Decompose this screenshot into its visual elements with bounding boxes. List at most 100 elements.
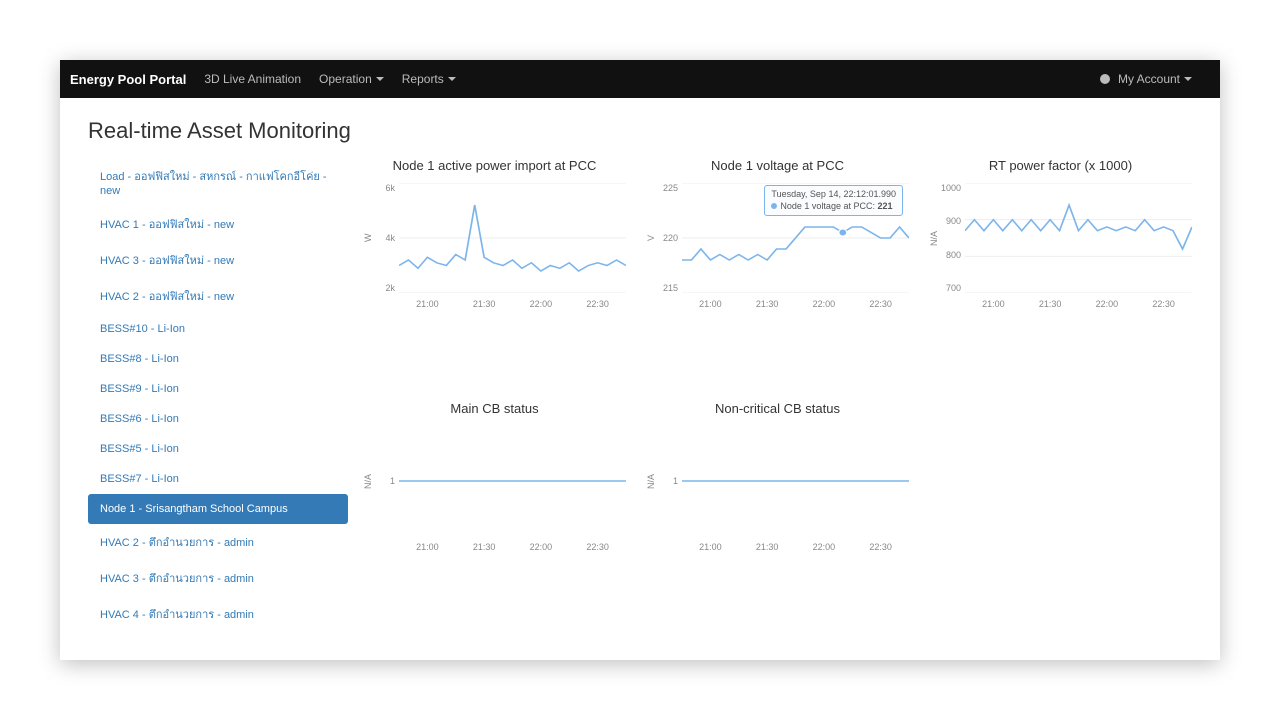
chevron-down-icon	[1184, 77, 1192, 81]
y-axis-label: V	[646, 183, 658, 293]
chart-main-cb: Main CB statusN/A121:0021:3022:0022:30	[363, 401, 626, 632]
x-axis-ticks: 21:0021:3022:0022:30	[363, 299, 626, 309]
hover-marker	[839, 229, 847, 236]
chevron-down-icon	[376, 77, 384, 81]
tooltip-timestamp: Tuesday, Sep 14, 22:12:01.990	[771, 189, 896, 201]
plot-area[interactable]	[399, 426, 626, 536]
x-axis-ticks: 21:0021:3022:0022:30	[929, 299, 1192, 309]
sidebar-item[interactable]: BESS#10 - Li-Ion	[88, 314, 348, 344]
y-tick: 800	[946, 250, 961, 260]
chart-title: RT power factor (x 1000)	[929, 158, 1192, 173]
sidebar-item-label: Node 1 - Srisangtham School Campus	[100, 503, 288, 515]
sidebar-item-label: HVAC 4 - ตึกอำนวยการ - admin	[100, 609, 254, 621]
sidebar-item-label: BESS#7 - Li-Ion	[100, 473, 179, 485]
x-tick: 21:30	[473, 299, 496, 309]
sidebar-item[interactable]: HVAC 2 - ออฟฟิสใหม่ - new	[88, 278, 348, 314]
x-tick: 21:30	[756, 299, 779, 309]
series-color-dot	[771, 203, 777, 209]
sidebar-item-label: HVAC 1 - ออฟฟิสใหม่ - new	[100, 219, 234, 231]
sidebar-item[interactable]: HVAC 1 - ออฟฟิสใหม่ - new	[88, 206, 348, 242]
chart-active-power: Node 1 active power import at PCCW6k4k2k…	[363, 158, 626, 389]
y-tick: 1000	[941, 183, 961, 193]
plot-area[interactable]	[682, 426, 909, 536]
sidebar-item[interactable]: BESS#8 - Li-Ion	[88, 344, 348, 374]
y-axis-label: N/A	[929, 183, 941, 293]
nav-operation[interactable]: Operation	[319, 72, 384, 86]
plot-area[interactable]	[965, 183, 1192, 293]
sidebar-item-label: BESS#6 - Li-Ion	[100, 413, 179, 425]
x-tick: 22:00	[530, 542, 553, 552]
x-axis-ticks: 21:0021:3022:0022:30	[363, 542, 626, 552]
chart-power-factor: RT power factor (x 1000)N/A1000900800700…	[929, 158, 1192, 389]
chart-title: Main CB status	[363, 401, 626, 416]
x-tick: 22:00	[813, 299, 836, 309]
chart-tooltip: Tuesday, Sep 14, 22:12:01.990Node 1 volt…	[764, 185, 903, 216]
chart-title: Non-critical CB status	[646, 401, 909, 416]
plot-area[interactable]: Tuesday, Sep 14, 22:12:01.990Node 1 volt…	[682, 183, 909, 293]
x-tick: 21:30	[473, 542, 496, 552]
series-line	[965, 205, 1192, 249]
x-tick: 21:00	[699, 299, 722, 309]
x-tick: 22:30	[586, 299, 609, 309]
y-tick: 225	[663, 183, 678, 193]
nav-my-account[interactable]: My Account	[1100, 72, 1192, 86]
sidebar-item[interactable]: BESS#7 - Li-Ion	[88, 464, 348, 494]
nav-reports[interactable]: Reports	[402, 72, 456, 86]
sidebar-item[interactable]: HVAC 3 - ตึกอำนวยการ - admin	[88, 560, 348, 596]
sidebar-item-label: HVAC 2 - ตึกอำนวยการ - admin	[100, 537, 254, 549]
x-tick: 21:00	[416, 542, 439, 552]
app-window: Energy Pool Portal 3D Live Animation Ope…	[60, 60, 1220, 660]
sidebar-item-label: HVAC 2 - ออฟฟิสใหม่ - new	[100, 291, 234, 303]
sidebar-item[interactable]: BESS#9 - Li-Ion	[88, 374, 348, 404]
y-axis-ticks: 1000900800700	[941, 183, 965, 293]
y-tick: 900	[946, 216, 961, 226]
x-tick: 22:30	[1152, 299, 1175, 309]
content: Real-time Asset Monitoring Load - ออฟฟิส…	[60, 98, 1220, 660]
sidebar-item[interactable]: HVAC 2 - ตึกอำนวยการ - admin	[88, 524, 348, 560]
y-axis-ticks: 1	[658, 426, 682, 536]
y-tick: 1	[390, 476, 395, 486]
y-tick: 220	[663, 233, 678, 243]
y-axis-ticks: 225 220 215	[658, 183, 682, 293]
sidebar-item[interactable]: HVAC 3 - ออฟฟิสใหม่ - new	[88, 242, 348, 278]
nav-item-label: Operation	[319, 72, 372, 86]
tooltip-value: 221	[877, 201, 892, 211]
brand[interactable]: Energy Pool Portal	[70, 72, 186, 87]
x-tick: 22:00	[813, 542, 836, 552]
x-tick: 22:30	[869, 542, 892, 552]
sidebar-item-label: HVAC 3 - ตึกอำนวยการ - admin	[100, 573, 254, 585]
chart-noncrit-cb: Non-critical CB statusN/A121:0021:3022:0…	[646, 401, 909, 632]
chevron-down-icon	[448, 77, 456, 81]
sidebar-item-label: BESS#9 - Li-Ion	[100, 383, 179, 395]
sidebar-item[interactable]: Node 1 - Srisangtham School Campus	[88, 494, 348, 524]
sidebar-item[interactable]: BESS#6 - Li-Ion	[88, 404, 348, 434]
y-tick: 2k	[385, 283, 395, 293]
y-axis-label: N/A	[646, 426, 658, 536]
sidebar-item[interactable]: Load - ออฟฟิสใหม่ - สหกรณ์ - กาแฟโคกอีโค…	[88, 158, 348, 206]
chart-title: Node 1 active power import at PCC	[363, 158, 626, 173]
x-tick: 21:00	[416, 299, 439, 309]
sidebar-item-label: BESS#5 - Li-Ion	[100, 443, 179, 455]
sidebar-item-label: BESS#10 - Li-Ion	[100, 323, 185, 335]
x-tick: 22:00	[1096, 299, 1119, 309]
y-axis-label: W	[363, 183, 375, 293]
sidebar-item-label: HVAC 3 - ออฟฟิสใหม่ - new	[100, 255, 234, 267]
tooltip-series-name: Node 1 voltage at PCC	[780, 201, 872, 211]
x-tick: 22:30	[869, 299, 892, 309]
sidebar: Load - ออฟฟิสใหม่ - สหกรณ์ - กาแฟโคกอีโค…	[88, 158, 348, 632]
chart-voltage: Node 1 voltage at PCC V 225 220 215 Tuesday, …	[646, 158, 909, 389]
y-axis-ticks: 6k4k2k	[375, 183, 399, 293]
x-axis-ticks: 21:0021:3022:0022:30	[646, 542, 909, 552]
chart-title: Node 1 voltage at PCC	[646, 158, 909, 173]
y-tick: 4k	[385, 233, 395, 243]
sidebar-item-label: Load - ออฟฟิสใหม่ - สหกรณ์ - กาแฟโคกอีโค…	[100, 171, 327, 197]
nav-3d-live-animation[interactable]: 3D Live Animation	[204, 72, 301, 86]
sidebar-item[interactable]: BESS#5 - Li-Ion	[88, 434, 348, 464]
x-axis-ticks: 21:00 21:30 22:00 22:30	[646, 299, 909, 309]
y-tick: 215	[663, 283, 678, 293]
sidebar-item[interactable]: HVAC 4 - ตึกอำนวยการ - admin	[88, 596, 348, 632]
nav-item-label: 3D Live Animation	[204, 72, 301, 86]
y-tick: 1	[673, 476, 678, 486]
plot-area[interactable]	[399, 183, 626, 293]
nav-item-label: Reports	[402, 72, 444, 86]
